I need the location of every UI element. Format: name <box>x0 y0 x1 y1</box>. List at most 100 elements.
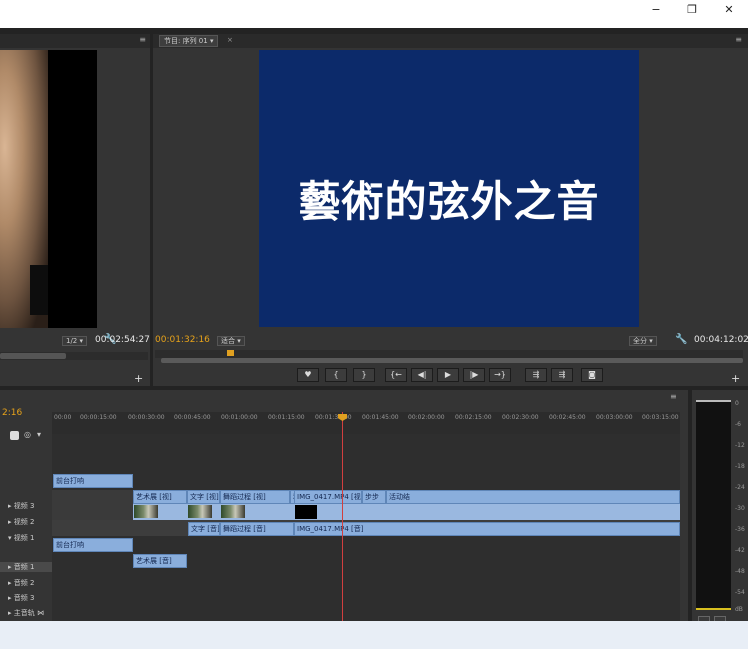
lift-button[interactable]: ⇶ <box>525 368 547 382</box>
clip[interactable]: 艺术展 [视] <box>133 490 187 504</box>
window-titlebar: − ❐ ✕ <box>0 0 748 28</box>
go-to-in-button[interactable]: {← <box>385 368 407 382</box>
track-header-v2[interactable]: ▸ 视频 2 <box>8 517 34 527</box>
source-scrub[interactable] <box>0 352 148 360</box>
clip[interactable]: 活动结 <box>386 490 680 504</box>
clip[interactable]: 文字 [音] <box>188 522 220 536</box>
ruler-label: 00:02:15:00 <box>455 414 492 421</box>
minimize-button[interactable]: − <box>643 2 669 18</box>
meter-scale-label: -18 <box>735 463 745 470</box>
panel-menu-icon[interactable]: ≡ <box>735 35 742 44</box>
program-scrub[interactable] <box>155 350 743 363</box>
panel-close-icon[interactable]: × <box>227 36 233 44</box>
taskbar-strip <box>0 621 748 649</box>
meter-scale-label: -12 <box>735 442 745 449</box>
meter-scale-label: -42 <box>735 547 745 554</box>
snap-icon[interactable] <box>10 431 19 440</box>
track-name: 视频 2 <box>13 518 35 526</box>
timeline-timecode[interactable]: 2:16 <box>2 408 22 418</box>
ruler-label: 00:00:15:00 <box>80 414 117 421</box>
track-header-a2[interactable]: ▸ 音频 2 <box>8 578 34 588</box>
source-zoom-label: 1/2 <box>66 337 78 345</box>
meter-scale-label: -48 <box>735 568 745 575</box>
meter-scale-label: -54 <box>735 589 745 596</box>
ruler-label: 00:00 <box>54 414 72 421</box>
track-name: 视频 1 <box>13 534 35 542</box>
ruler-label: 00:01:15:00 <box>268 414 305 421</box>
meter-scale-label: dB <box>735 606 743 613</box>
program-monitor: 节目: 序列 01 ▾ × ≡ 藝術的弦外之音 00:01:32:16 适合 ▾… <box>153 34 748 386</box>
program-duration: 00:04:12:02 <box>694 335 748 345</box>
clip-thumbnail <box>188 505 212 518</box>
clip[interactable]: 艺术展 [音] <box>133 554 187 568</box>
export-frame-button[interactable]: ◙ <box>581 368 603 382</box>
clip[interactable]: IMG_0417.MP4 [视] <box>294 490 362 504</box>
meter-scale-label: -30 <box>735 505 745 512</box>
panel-menu-icon[interactable]: ≡ <box>670 392 677 401</box>
extract-button[interactable]: ⇶ <box>551 368 573 382</box>
ruler-label: 00:02:45:00 <box>549 414 586 421</box>
restore-button[interactable]: ❐ <box>679 2 705 18</box>
track-header-a3[interactable]: ▸ 音频 3 <box>8 593 34 603</box>
panel-menu-icon[interactable]: ≡ <box>139 35 146 44</box>
meter-scale-label: 0 <box>735 400 739 407</box>
track-name: 音频 2 <box>13 579 35 587</box>
marker-icon[interactable]: ▾ <box>37 430 41 439</box>
clip[interactable]: 前台打响 <box>53 538 133 552</box>
track-name: 音频 3 <box>13 594 35 602</box>
mark-out-button[interactable]: } <box>353 368 375 382</box>
track-name: 主音轨 <box>13 609 35 617</box>
close-button[interactable]: ✕ <box>716 2 742 18</box>
meter-scale-label: -36 <box>735 526 745 533</box>
clip[interactable]: 舞蹈过程 [音] <box>220 522 294 536</box>
ruler-label: 00:01:00:00 <box>221 414 258 421</box>
clip-thumbnail <box>221 505 245 518</box>
add-icon[interactable]: + <box>731 372 740 385</box>
clip[interactable]: IMG_0417.MP4 [音] <box>294 522 680 536</box>
clip[interactable]: 前台打响 <box>53 474 133 488</box>
tab-program[interactable]: 节目: 序列 01 ▾ <box>159 35 219 47</box>
program-tab-label: 节目: 序列 01 <box>164 37 208 45</box>
marker-button[interactable]: ♥ <box>297 368 319 382</box>
ruler-label: 00:00:45:00 <box>174 414 211 421</box>
mark-in-button[interactable]: { <box>325 368 347 382</box>
video1-thumb-strip <box>133 504 680 520</box>
playhead-line[interactable] <box>342 412 343 624</box>
source-zoom-dropdown[interactable]: 1/2 ▾ <box>62 336 88 346</box>
source-duration: 00:02:54:27 <box>95 335 150 345</box>
wrench-icon[interactable]: 🔧 <box>675 334 687 345</box>
meter-scale-label: -6 <box>735 421 741 428</box>
program-quality-dropdown[interactable]: 全分 ▾ <box>629 336 657 346</box>
program-current-time[interactable]: 00:01:32:16 <box>155 335 210 345</box>
time-ruler[interactable]: 00:00 00:00:15:00 00:00:30:00 00:00:45:0… <box>52 412 680 434</box>
video-title-text: 藝術的弦外之音 <box>298 177 600 226</box>
ruler-label: 00:02:00:00 <box>408 414 445 421</box>
track-header-v3[interactable]: ▸ 视频 3 <box>8 501 34 511</box>
clip[interactable]: 文字 [视] <box>187 490 220 504</box>
track-name: 音频 1 <box>13 563 35 571</box>
clip[interactable]: 舞蹈过程 [视] <box>220 490 290 504</box>
master-track-icon: ⋈ <box>36 609 44 617</box>
track-area[interactable]: 前台打响 艺术展 [视] 文字 [视] 舞蹈过程 [视] 利路 IMG_0417… <box>52 434 680 624</box>
clip[interactable]: 步步 <box>362 490 386 504</box>
play-button[interactable]: ▶ <box>437 368 459 382</box>
track-header-master[interactable]: ▸ 主音轨 ⋈ <box>8 608 44 618</box>
timeline-panel: ≡ 2:16 ◎ ▾ 00:00 00:00:15:00 00:00:30:00… <box>0 390 688 649</box>
step-forward-button[interactable]: |▶ <box>463 368 485 382</box>
program-fit-label: 适合 <box>221 337 235 345</box>
track-header-v1[interactable]: ▾ 视频 1 <box>8 533 34 543</box>
go-to-out-button[interactable]: →} <box>489 368 511 382</box>
step-back-button[interactable]: ◀| <box>411 368 433 382</box>
program-fit-dropdown[interactable]: 适合 ▾ <box>217 336 245 346</box>
linked-selection-icon[interactable]: ◎ <box>24 430 31 439</box>
track-header-a1[interactable]: ▸ 音频 1 <box>0 562 52 572</box>
ruler-label: 00:02:30:00 <box>502 414 539 421</box>
ruler-label: 00:03:00:00 <box>596 414 633 421</box>
add-icon[interactable]: + <box>134 372 143 385</box>
source-video-frame <box>0 50 97 328</box>
clip-thumbnail <box>134 505 158 518</box>
audio-meter-panel: 0 -6 -12 -18 -24 -30 -36 -42 -48 -54 dB <box>692 390 748 649</box>
program-playhead-marker[interactable] <box>227 350 234 356</box>
program-quality-label: 全分 <box>633 337 647 345</box>
source-tabbar: ≡ <box>0 34 150 48</box>
